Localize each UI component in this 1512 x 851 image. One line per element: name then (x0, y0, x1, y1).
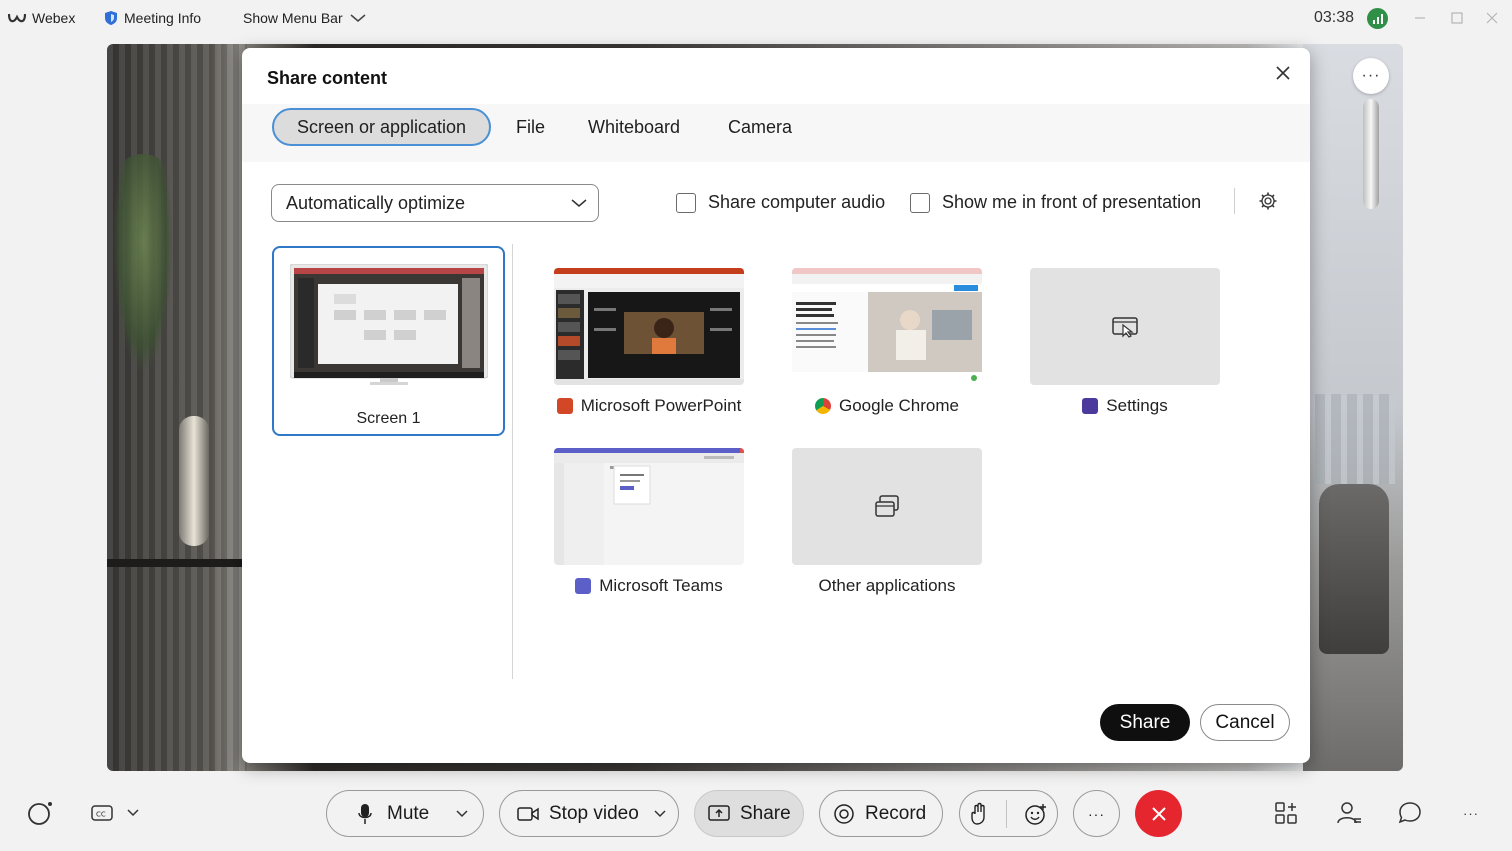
background-wall (107, 44, 247, 771)
meeting-info-label: Meeting Info (124, 10, 202, 26)
webex-logo-icon (8, 13, 26, 23)
background-plant (113, 154, 173, 374)
share-content-dialog: Share content Screen or application File… (242, 48, 1310, 763)
dialog-title: Share content (267, 68, 388, 88)
powerpoint-label-text: Microsoft PowerPoint (580, 396, 742, 415)
background-lamp (179, 416, 209, 546)
powerpoint-thumbnail (554, 268, 744, 385)
record-icon (834, 803, 854, 824)
mute-label: Mute (387, 802, 430, 824)
tab-screen-or-application[interactable]: Screen or application (272, 108, 491, 146)
close-icon[interactable] (1272, 62, 1294, 84)
other-apps-icon (875, 494, 899, 517)
end-call-icon (1151, 806, 1166, 821)
powerpoint-icon (556, 398, 573, 414)
background-shelf (107, 559, 247, 567)
video-camera-icon (517, 806, 539, 821)
meeting-info-button[interactable]: Meeting Info (104, 10, 201, 26)
checkbox-box[interactable] (910, 192, 930, 213)
chevron-down-icon (127, 809, 139, 817)
maximize-icon[interactable] (1447, 8, 1467, 28)
network-status-icon[interactable] (1367, 8, 1388, 29)
checkbox-box[interactable] (676, 192, 696, 213)
webex-assistant-icon[interactable] (26, 799, 54, 827)
reactions-group (959, 790, 1058, 837)
record-label: Record (865, 802, 927, 824)
end-meeting-button[interactable] (1135, 790, 1182, 837)
settings-label: Settings (1030, 396, 1220, 416)
settings-label-text: Settings (1106, 396, 1168, 415)
share-computer-audio-checkbox[interactable]: Share computer audio (676, 192, 885, 213)
other-apps-label: Other applications (818, 576, 956, 595)
app-name-label: Webex (32, 10, 76, 26)
teams-thumbnail (554, 448, 744, 565)
show-in-front-checkbox[interactable]: Show me in front of presentation (910, 192, 1201, 213)
background-chair (1319, 484, 1389, 654)
shield-icon (105, 11, 117, 25)
optimize-dropdown[interactable]: Automatically optimize (271, 184, 599, 222)
share-control-button[interactable]: Share (694, 790, 804, 837)
share-computer-audio-label: Share computer audio (708, 192, 886, 212)
chevron-down-icon (571, 199, 587, 207)
powerpoint-label: Microsoft PowerPoint (554, 396, 744, 416)
meeting-clock: 03:38 (1314, 9, 1355, 26)
title-bar: Webex Meeting Info Show Menu Bar 03:38 (0, 0, 1512, 38)
teams-label: Microsoft Teams (554, 576, 744, 596)
cancel-button[interactable]: Cancel (1200, 704, 1290, 741)
chevron-down-icon (350, 14, 366, 22)
show-menu-bar-label: Show Menu Bar (243, 10, 343, 26)
screen-1-label: Screen 1 (356, 410, 421, 427)
captions-button[interactable]: CC (90, 799, 140, 827)
chevron-down-icon[interactable] (653, 809, 667, 819)
screen-1-thumbnail (290, 264, 488, 385)
chevron-down-icon[interactable] (455, 809, 469, 819)
raise-hand-icon[interactable] (969, 802, 989, 826)
record-button[interactable]: Record (819, 790, 943, 837)
chrome-icon (814, 398, 831, 414)
closed-captions-icon: CC (91, 805, 113, 821)
chat-icon[interactable] (1396, 799, 1424, 827)
reactions-icon[interactable] (1024, 802, 1048, 826)
tab-whiteboard[interactable]: Whiteboard (588, 108, 680, 146)
show-menu-bar-button[interactable]: Show Menu Bar (243, 10, 367, 26)
share-control-label: Share (740, 802, 791, 824)
svg-text:CC: CC (96, 811, 106, 819)
settings-app-icon (1082, 398, 1099, 414)
optimize-dropdown-value: Automatically optimize (286, 192, 466, 213)
chrome-label: Google Chrome (792, 396, 982, 416)
background-pendant-lamp (1363, 99, 1379, 209)
background-city (1315, 394, 1395, 484)
teams-icon (575, 578, 592, 594)
close-window-icon[interactable] (1482, 8, 1502, 28)
video-more-options-button[interactable]: ··· (1353, 58, 1389, 94)
screens-apps-divider (512, 244, 513, 679)
show-in-front-label: Show me in front of presentation (942, 192, 1202, 212)
tab-camera[interactable]: Camera (728, 108, 792, 146)
mute-button[interactable]: Mute (326, 790, 484, 837)
share-button[interactable]: Share (1100, 704, 1190, 741)
gear-icon[interactable] (1258, 191, 1278, 211)
chrome-thumbnail (792, 268, 982, 385)
tab-file[interactable]: File (516, 108, 545, 146)
more-options-button[interactable]: ··· (1073, 790, 1120, 837)
settings-thumbnail (1030, 268, 1220, 385)
participants-icon[interactable] (1335, 799, 1363, 827)
apps-icon[interactable] (1272, 799, 1300, 827)
stop-video-label: Stop video (549, 802, 639, 824)
share-screen-icon (708, 804, 730, 821)
minimize-icon[interactable] (1410, 8, 1430, 28)
stop-video-button[interactable]: Stop video (499, 790, 679, 837)
toolbar-divider (1234, 188, 1235, 214)
webex-app-name: Webex (8, 10, 75, 26)
reactions-divider (1005, 799, 1007, 828)
share-tabs: Screen or application File Whiteboard Ca… (242, 104, 1310, 162)
chrome-label-text: Google Chrome (838, 396, 959, 415)
teams-label-text: Microsoft Teams (599, 576, 723, 595)
microphone-icon (358, 803, 372, 824)
more-panels-button[interactable]: ··· (1457, 799, 1485, 827)
window-cursor-icon (1112, 316, 1138, 338)
screen-1-tile[interactable]: Screen 1 (272, 246, 505, 436)
other-apps-thumbnail (792, 448, 982, 565)
